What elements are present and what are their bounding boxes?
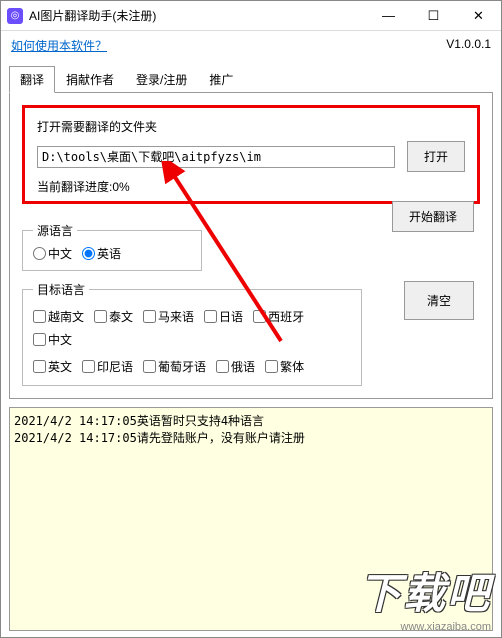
folder-path-input[interactable] [37, 146, 395, 168]
open-folder-button[interactable]: 打开 [407, 141, 465, 172]
check-vietnamese[interactable]: 越南文 [33, 308, 84, 325]
radio-chinese[interactable]: 中文 [33, 245, 72, 262]
target-language-group: 目标语言 越南文 泰文 马来语 日语 西班牙 中文 英文 印尼语 葡萄牙语 俄语… [22, 281, 362, 386]
check-japanese[interactable]: 日语 [204, 308, 243, 325]
check-spanish[interactable]: 西班牙 [253, 308, 304, 325]
check-indonesian[interactable]: 印尼语 [82, 358, 133, 375]
tab-donate[interactable]: 捐献作者 [55, 66, 125, 93]
window-title: AI图片翻译助手(未注册) [29, 7, 366, 24]
source-language-group: 源语言 中文 英语 [22, 222, 202, 271]
app-icon: ◎ [7, 8, 23, 24]
radio-english[interactable]: 英语 [82, 245, 121, 262]
log-line: 2021/4/2 14:17:05请先登陆账户，没有账户请注册 [14, 429, 488, 446]
start-translate-button[interactable]: 开始翻译 [392, 201, 474, 232]
tab-translate[interactable]: 翻译 [9, 66, 55, 93]
folder-section: 打开需要翻译的文件夹 打开 当前翻译进度:0% [22, 105, 480, 204]
watermark-text: 下载吧 [359, 560, 491, 621]
title-bar: ◎ AI图片翻译助手(未注册) — ☐ ✕ [1, 1, 501, 31]
log-line: 2021/4/2 14:17:05英语暂时只支持4种语言 [14, 412, 488, 429]
target-language-legend: 目标语言 [33, 281, 89, 298]
help-link[interactable]: 如何使用本软件？ [11, 37, 107, 54]
watermark-url: www.xiazaiba.com [359, 621, 491, 633]
watermark: 下载吧 www.xiazaiba.com [359, 560, 491, 633]
check-malay[interactable]: 马来语 [143, 308, 194, 325]
minimize-button[interactable]: — [366, 1, 411, 31]
close-button[interactable]: ✕ [456, 1, 501, 31]
check-russian[interactable]: 俄语 [216, 358, 255, 375]
check-chinese[interactable]: 中文 [33, 331, 72, 348]
check-portuguese[interactable]: 葡萄牙语 [143, 358, 206, 375]
tab-login[interactable]: 登录/注册 [125, 66, 198, 93]
folder-label: 打开需要翻译的文件夹 [37, 118, 465, 135]
progress-label: 当前翻译进度:0% [37, 178, 465, 195]
maximize-button[interactable]: ☐ [411, 1, 456, 31]
tab-bar: 翻译 捐献作者 登录/注册 推广 [9, 66, 501, 93]
check-english[interactable]: 英文 [33, 358, 72, 375]
main-panel: 打开需要翻译的文件夹 打开 当前翻译进度:0% 源语言 中文 英语 开始翻译 目… [9, 92, 493, 399]
check-thai[interactable]: 泰文 [94, 308, 133, 325]
check-traditional[interactable]: 繁体 [265, 358, 304, 375]
version-label: V1.0.0.1 [446, 37, 491, 51]
clear-button[interactable]: 清空 [404, 281, 474, 320]
source-language-legend: 源语言 [33, 222, 77, 239]
tab-promo[interactable]: 推广 [198, 66, 244, 93]
